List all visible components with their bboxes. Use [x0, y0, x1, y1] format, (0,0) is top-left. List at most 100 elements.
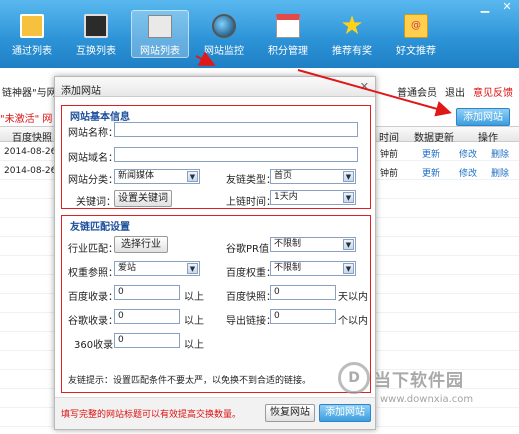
outlinks-label: 导出链接： — [226, 316, 276, 327]
snapshot-label: 百度快照： — [226, 292, 276, 303]
mail-icon: @ — [404, 14, 428, 38]
nav-label: 网站列表 — [140, 46, 180, 57]
site-domain-label: 网站域名： — [68, 153, 118, 164]
link-type-value: 首页 — [274, 171, 293, 181]
table-row-time: 钟前 — [380, 150, 399, 160]
link-time-label: 上链时间： — [226, 197, 276, 208]
snapshot-input[interactable]: 0 — [270, 285, 336, 300]
group-title: 友链匹配设置 — [70, 222, 130, 233]
category-label: 网站分类： — [68, 175, 118, 186]
calendar-icon — [276, 14, 300, 38]
google-index-label: 谷歌收录： — [68, 316, 118, 327]
dialog-footer: 填写完整的网站标题可以有效提高交换数量。 恢复网站 添加网站 — [55, 397, 375, 429]
category-value: 新闻媒体 — [118, 171, 155, 181]
nav-points[interactable]: 积分管理 — [256, 14, 320, 66]
nav-referral[interactable]: ★ 推荐有奖 — [320, 13, 384, 66]
chevron-down-icon: ▼ — [187, 171, 198, 182]
weight-ref-select[interactable]: 爱站 ▼ — [114, 261, 200, 276]
chevron-down-icon: ▼ — [343, 263, 354, 274]
chevron-down-icon: ▼ — [343, 192, 354, 203]
industry-label: 行业匹配： — [68, 244, 118, 255]
pr-select[interactable]: 不限制 ▼ — [270, 237, 356, 252]
main-nav: 通过列表 互换列表 网站列表 网站监控 积分管理 ★ 推荐有奖 @ 好文推荐 — [0, 10, 448, 66]
s360-index-unit: 以上 — [184, 340, 204, 351]
select-industry-button[interactable]: 选择行业 — [114, 236, 168, 253]
s360-index-input[interactable]: 0 — [114, 333, 180, 348]
nav-pass-list[interactable]: 通过列表 — [0, 14, 64, 66]
basic-info-group: 网站基本信息 网站名称： 网站域名： 网站分类： 新闻媒体 ▼ 友链类型： 首页… — [61, 105, 371, 209]
col-snapshot: 百度快照 — [12, 133, 52, 144]
table-row-date: 2014-08-26 — [4, 166, 57, 176]
nav-label: 网站监控 — [204, 46, 244, 57]
logout-link[interactable]: 退出 — [445, 84, 465, 99]
footer-warning: 填写完整的网站标题可以有效提高交换数量。 — [61, 410, 242, 420]
chevron-down-icon: ▼ — [343, 171, 354, 182]
nav-site-monitor[interactable]: 网站监控 — [192, 14, 256, 66]
inactive-warning: "未激活" 网 — [0, 114, 53, 125]
site-domain-input[interactable] — [114, 147, 358, 162]
add-site-button[interactable]: 添加网站 — [456, 108, 510, 126]
baidu-weight-label: 百度权重： — [226, 268, 276, 279]
globe-icon — [212, 14, 236, 38]
member-level: 普通会员 — [397, 88, 437, 99]
col-time: 时间 — [379, 133, 399, 144]
google-index-input[interactable]: 0 — [114, 309, 180, 324]
table-row-date: 2014-08-26 — [4, 147, 57, 157]
edit-link[interactable]: 修改 — [459, 147, 477, 160]
category-select[interactable]: 新闻媒体 ▼ — [114, 169, 200, 184]
dialog-add-site-button[interactable]: 添加网站 — [319, 404, 371, 422]
match-tip: 友链提示：设置匹配条件不要太严，以免换不到合适的链接。 — [68, 376, 312, 386]
nav-label: 好文推荐 — [396, 46, 436, 57]
weight-ref-label: 权重参照： — [68, 268, 118, 279]
chevron-down-icon: ▼ — [187, 263, 198, 274]
baidu-index-unit: 以上 — [184, 292, 204, 303]
update-link[interactable]: 更新 — [422, 147, 440, 160]
nav-exchange-list[interactable]: 互换列表 — [64, 14, 128, 66]
col-ops: 操作 — [478, 133, 498, 144]
link-type-select[interactable]: 首页 ▼ — [270, 169, 356, 184]
link-time-value: 1天内 — [274, 192, 298, 202]
nav-label: 互换列表 — [76, 46, 116, 57]
update-link[interactable]: 更新 — [422, 166, 440, 179]
minimize-icon[interactable]: ▁ — [477, 0, 493, 13]
clipboard-icon — [20, 14, 44, 38]
link-type-label: 友链类型： — [226, 175, 276, 186]
table-row-time: 钟前 — [380, 169, 399, 179]
delete-link[interactable]: 删除 — [491, 147, 509, 160]
feedback-link[interactable]: 意见反馈 — [473, 84, 513, 99]
set-keywords-button[interactable]: 设置关键词 — [114, 190, 172, 207]
pr-value: 不限制 — [274, 239, 302, 249]
baidu-weight-select[interactable]: 不限制 ▼ — [270, 261, 356, 276]
monitor-icon — [84, 14, 108, 38]
baidu-weight-value: 不限制 — [274, 263, 302, 273]
delete-link[interactable]: 删除 — [491, 166, 509, 179]
dialog-title: 添加网站 — [61, 86, 101, 97]
nav-articles[interactable]: @ 好文推荐 — [384, 14, 448, 66]
chevron-down-icon: ▼ — [343, 239, 354, 250]
dialog-titlebar: 添加网站 ✕ — [55, 77, 375, 97]
link-time-select[interactable]: 1天内 ▼ — [270, 190, 356, 205]
site-name-input[interactable] — [114, 122, 358, 137]
top-toolbar: ▁ ✕ 通过列表 互换列表 网站列表 网站监控 积分管理 ★ 推荐有奖 @ 好文… — [0, 0, 519, 68]
nav-label: 推荐有奖 — [332, 46, 372, 57]
watermark-name: 当下软件园 — [374, 371, 464, 391]
watermark-url: www.downxia.com — [380, 394, 474, 405]
google-index-unit: 以上 — [184, 316, 204, 327]
outlinks-input[interactable]: 0 — [270, 309, 336, 324]
keyword-label: 关键词： — [76, 197, 116, 208]
watermark-logo: D — [338, 362, 370, 394]
col-update: 数据更新 — [414, 133, 454, 144]
nav-label: 积分管理 — [268, 46, 308, 57]
weight-ref-value: 爱站 — [118, 263, 137, 273]
baidu-index-label: 百度收录： — [68, 292, 118, 303]
site-list-icon — [148, 15, 172, 38]
outlinks-unit: 个以内 — [338, 316, 368, 327]
intro-text: 链神器"与网 — [2, 88, 57, 99]
close-icon[interactable]: ✕ — [499, 0, 515, 13]
close-icon[interactable]: ✕ — [360, 80, 369, 93]
baidu-index-input[interactable]: 0 — [114, 285, 180, 300]
site-name-label: 网站名称： — [68, 128, 118, 139]
nav-site-list[interactable]: 网站列表 — [131, 10, 189, 58]
restore-site-button[interactable]: 恢复网站 — [265, 404, 315, 422]
edit-link[interactable]: 修改 — [459, 166, 477, 179]
